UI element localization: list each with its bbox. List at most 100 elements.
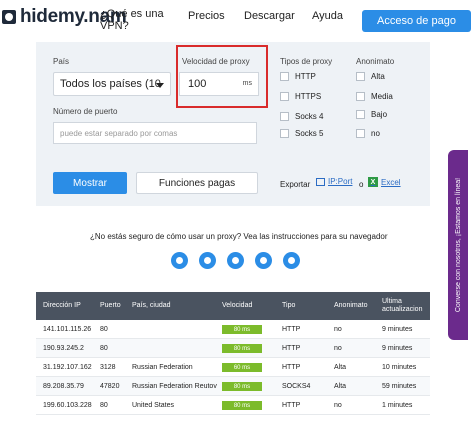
- export-or: o: [359, 180, 364, 189]
- anon-no-label: no: [371, 129, 380, 138]
- speed-input-value: 100: [188, 78, 207, 90]
- firefox-icon[interactable]: [171, 252, 188, 269]
- cell-anon: no: [334, 402, 342, 409]
- cell-port: 80: [100, 326, 108, 333]
- checkbox-icon: [356, 129, 365, 138]
- export-label: Exportar: [280, 180, 311, 189]
- type-https-checkbox[interactable]: HTTPS: [280, 92, 321, 101]
- checkbox-icon: [280, 92, 289, 101]
- speed-unit: ms: [242, 80, 252, 87]
- cell-updated: 1 minutes: [382, 402, 413, 409]
- paid-access-button[interactable]: Acceso de pago: [362, 10, 471, 32]
- nav-ayuda[interactable]: Ayuda: [312, 10, 343, 22]
- speed-bar: 80 ms: [222, 401, 262, 410]
- cell-ip: 89.208.35.79: [43, 383, 84, 390]
- cell-anon: Alta: [334, 383, 347, 390]
- th-type: Tipo: [282, 302, 296, 309]
- cell-updated: 59 minutes: [382, 383, 417, 390]
- browser-icons: [171, 252, 300, 269]
- country-select[interactable]: Todos los países (10: [53, 72, 171, 96]
- cell-updated: 10 minutes: [382, 364, 417, 371]
- anon-no-checkbox[interactable]: no: [356, 129, 380, 138]
- nav-what-is-vpn[interactable]: ¿Qué es una VPN?: [100, 8, 170, 32]
- type-socks5-checkbox[interactable]: Socks 5: [280, 129, 323, 138]
- speed-bar: 80 ms: [222, 382, 262, 391]
- show-button[interactable]: Mostrar: [53, 172, 127, 194]
- table-row[interactable]: 31.192.107.162 3128 Russian Federation HTTP…: [36, 358, 430, 377]
- anon-bajo-checkbox[interactable]: Bajo: [356, 110, 387, 119]
- checkbox-icon: [356, 72, 365, 81]
- proxy-table: Dirección IP Puerto País, ciudad Velocid…: [36, 292, 430, 415]
- chat-side-tab-label: Converse con nosotros, ¡Estamos en línea…: [455, 177, 462, 313]
- checkbox-icon: [280, 112, 289, 121]
- anon-alta-label: Alta: [371, 72, 385, 81]
- cell-ip: 190.93.245.2: [43, 345, 84, 352]
- checkbox-icon: [356, 110, 365, 119]
- cell-anon: no: [334, 345, 342, 352]
- cell-anon: no: [334, 326, 342, 333]
- cell-port: 47820: [100, 383, 120, 390]
- speed-bar-fill: 60 ms: [222, 363, 262, 372]
- checkbox-icon: [280, 72, 289, 81]
- speed-input[interactable]: 100 ms: [179, 72, 259, 96]
- anon-media-checkbox[interactable]: Media: [356, 92, 393, 101]
- country-label: País: [53, 57, 70, 66]
- cell-port: 80: [100, 402, 108, 409]
- port-input[interactable]: puede estar separado por comas: [53, 122, 257, 144]
- cell-port: 80: [100, 345, 108, 352]
- table-row[interactable]: 199.60.103.228 80 United States HTTP no 1 min…: [36, 396, 430, 415]
- speed-bar: 80 ms: [222, 344, 262, 353]
- type-http-label: HTTP: [295, 72, 316, 81]
- nav-descargar[interactable]: Descargar: [244, 10, 295, 22]
- ie-icon[interactable]: [255, 252, 272, 269]
- cell-country: United States: [132, 402, 175, 409]
- cell-type: HTTP: [282, 326, 301, 333]
- checkbox-icon: [356, 92, 365, 101]
- country-select-value: Todos los países (10: [60, 78, 161, 90]
- th-port: Puerto: [100, 302, 121, 309]
- cell-ip: 199.60.103.228: [43, 402, 92, 409]
- cell-type: HTTP: [282, 402, 301, 409]
- table-row[interactable]: 190.93.245.2 80 HTTP no 9 minutes 80 ms: [36, 339, 430, 358]
- chrome-icon[interactable]: [199, 252, 216, 269]
- th-anon: Anonimato: [334, 302, 368, 309]
- type-http-checkbox[interactable]: HTTP: [280, 72, 316, 81]
- opera-icon[interactable]: [227, 252, 244, 269]
- th-country: País, ciudad: [132, 302, 171, 309]
- export-ipport-link[interactable]: IP:Port: [316, 177, 352, 186]
- speed-bar-fill: 80 ms: [222, 382, 262, 391]
- anon-media-label: Media: [371, 92, 393, 101]
- excel-icon: X: [368, 177, 378, 187]
- speed-bar-fill: 80 ms: [222, 325, 262, 334]
- th-speed: Velocidad: [222, 302, 253, 309]
- table-row[interactable]: 141.101.115.26 80 HTTP no 9 minutes 80 ms: [36, 320, 430, 339]
- type-socks4-label: Socks 4: [295, 112, 324, 121]
- export-excel-link[interactable]: X Excel: [368, 177, 401, 187]
- browser-help-text: ¿No estás seguro de cómo usar un proxy? …: [90, 232, 388, 241]
- table-row[interactable]: 89.208.35.79 47820 Russian Federation Reut…: [36, 377, 430, 396]
- anonymity-label: Anonimato: [356, 57, 395, 66]
- type-https-label: HTTPS: [295, 92, 322, 101]
- proxy-types-label: Tipos de proxy: [280, 57, 333, 66]
- checkbox-icon: [280, 129, 289, 138]
- anon-alta-checkbox[interactable]: Alta: [356, 72, 385, 81]
- speed-bar: 60 ms: [222, 363, 262, 372]
- port-label: Número de puerto: [53, 107, 118, 116]
- type-socks4-checkbox[interactable]: Socks 4: [280, 112, 323, 121]
- chevron-down-icon: [156, 83, 164, 88]
- nav-precios[interactable]: Precios: [188, 10, 225, 22]
- type-socks5-label: Socks 5: [295, 129, 324, 138]
- th-ip: Dirección IP: [43, 302, 81, 309]
- paid-features-button[interactable]: Funciones pagas: [136, 172, 258, 194]
- cell-country: Russian Federation: [132, 364, 193, 371]
- cell-port: 3128: [100, 364, 116, 371]
- table-body: 141.101.115.26 80 HTTP no 9 minutes 80 ms 190.…: [36, 320, 430, 415]
- cell-type: HTTP: [282, 345, 301, 352]
- monitor-icon: [316, 177, 325, 186]
- cell-ip: 141.101.115.26: [43, 326, 92, 333]
- export-ipport-label: IP:Port: [328, 177, 353, 186]
- safari-icon[interactable]: [283, 252, 300, 269]
- cell-updated: 9 minutes: [382, 345, 413, 352]
- cell-type: HTTP: [282, 364, 301, 371]
- speed-bar: 80 ms: [222, 325, 262, 334]
